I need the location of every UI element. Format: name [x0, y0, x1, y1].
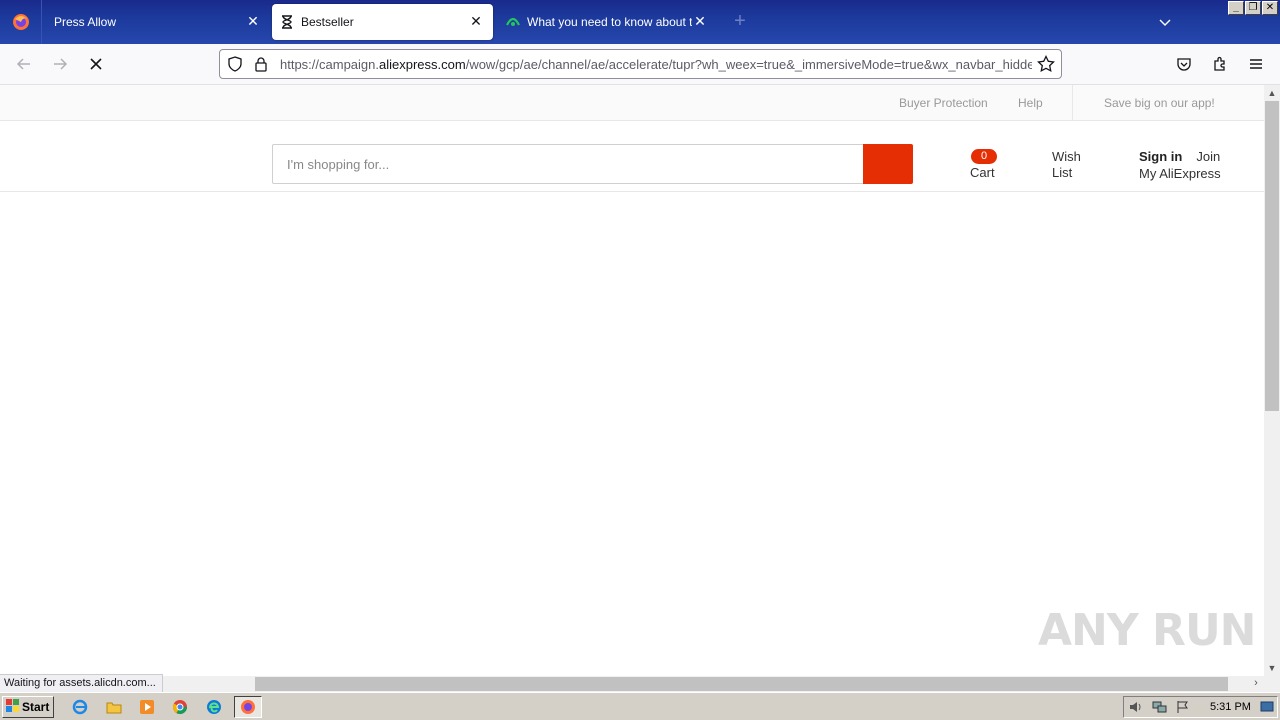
url-prefix: https://campaign. [280, 57, 379, 72]
new-tab-icon[interactable]: + [730, 11, 750, 32]
buyer-protection-link[interactable]: Buyer Protection [899, 96, 988, 110]
show-desktop-icon[interactable] [1260, 701, 1274, 716]
url-bar[interactable]: https://campaign.aliexpress.com/wow/gcp/… [219, 49, 1062, 79]
hourglass-icon [281, 15, 295, 29]
tab-press-allow[interactable]: Press Allow ✕ [42, 0, 270, 44]
tab-what-you-need[interactable]: What you need to know about the ✕ [495, 0, 717, 44]
flag-icon[interactable] [1176, 700, 1190, 717]
navigation-toolbar: https://campaign.aliexpress.com/wow/gcp/… [0, 44, 1280, 85]
shield-icon[interactable] [227, 56, 243, 75]
status-text: Waiting for assets.alicdn.com... [0, 674, 163, 692]
sign-in-link[interactable]: Sign in [1139, 149, 1182, 164]
app-promo-link[interactable]: Save big on our app! [1104, 96, 1215, 110]
internet-explorer-icon[interactable] [70, 698, 90, 716]
tab-bestseller[interactable]: Bestseller ✕ [272, 4, 493, 40]
close-tab-icon[interactable]: ✕ [469, 13, 483, 29]
network-icon[interactable] [1152, 700, 1168, 717]
cart-label: Cart [970, 165, 995, 180]
site-header: 0 Cart Wish List Sign in Join My AliExpre… [0, 121, 1264, 192]
file-explorer-icon[interactable] [104, 698, 124, 716]
firefox-taskbar-icon[interactable] [234, 696, 262, 718]
forward-arrow-icon[interactable] [50, 54, 70, 74]
search-input[interactable] [273, 145, 864, 183]
site-topbar: Buyer Protection Help Save big on our ap… [0, 85, 1264, 121]
site-favicon-icon [505, 15, 521, 29]
tab-title: Bestseller [301, 15, 354, 29]
hamburger-menu-icon[interactable] [1246, 54, 1266, 74]
wishlist-label-line2: List [1052, 165, 1073, 180]
firefox-menu-icon[interactable] [0, 0, 42, 44]
close-window-icon[interactable]: ✕ [1262, 1, 1278, 15]
url-text[interactable]: https://campaign.aliexpress.com/wow/gcp/… [280, 57, 1032, 72]
divider [1072, 85, 1073, 121]
stop-loading-icon[interactable] [86, 54, 106, 74]
close-tab-icon[interactable]: ✕ [693, 13, 707, 29]
scroll-down-icon[interactable]: ▼ [1264, 660, 1280, 676]
account-menu: Sign in Join My AliExpress [1139, 148, 1221, 182]
window-controls: _ ❐ ✕ [1228, 1, 1278, 15]
edge-icon[interactable] [204, 698, 224, 716]
url-path: /wow/gcp/ae/channel/ae/accelerate/tupr?w… [465, 57, 1032, 72]
my-aliexpress-link[interactable]: My AliExpress [1139, 165, 1221, 182]
web-page: Buyer Protection Help Save big on our ap… [0, 85, 1264, 676]
scroll-right-icon[interactable]: › [1248, 676, 1264, 692]
scroll-up-icon[interactable]: ▲ [1264, 85, 1280, 101]
taskbar: Start 5:31 PM [0, 692, 1280, 720]
back-arrow-icon[interactable] [14, 54, 34, 74]
volume-icon[interactable] [1128, 700, 1144, 717]
tab-title: What you need to know about the [527, 15, 692, 29]
search-button[interactable] [863, 144, 913, 184]
extensions-icon[interactable] [1210, 54, 1230, 74]
system-tray: 5:31 PM [1123, 696, 1278, 718]
windows-logo-icon [6, 698, 20, 716]
join-link[interactable]: Join [1196, 149, 1220, 164]
watermark-text: ANY RUN [1038, 605, 1256, 656]
bookmark-star-icon[interactable] [1037, 54, 1055, 76]
close-tab-icon[interactable]: ✕ [246, 13, 260, 29]
chevron-down-icon[interactable] [1157, 14, 1175, 30]
clock[interactable]: 5:31 PM [1210, 701, 1251, 713]
scrollbar-thumb[interactable] [1265, 101, 1279, 411]
chrome-icon[interactable] [170, 698, 190, 716]
cart-link[interactable]: 0 Cart [970, 149, 997, 180]
scrollbar-corner [1264, 676, 1280, 692]
horizontal-scrollbar[interactable]: › [0, 676, 1264, 692]
start-label: Start [22, 700, 50, 714]
restore-icon[interactable]: ❐ [1245, 1, 1261, 15]
url-domain: aliexpress.com [379, 57, 466, 72]
vertical-scrollbar[interactable]: ▲ ▼ [1264, 85, 1280, 676]
help-link[interactable]: Help [1018, 96, 1043, 110]
wishlist-label-line1: Wish [1052, 149, 1081, 164]
minimize-icon[interactable]: _ [1228, 1, 1244, 15]
tab-title: Press Allow [54, 15, 117, 29]
lock-icon[interactable] [254, 56, 268, 75]
cart-count-badge: 0 [971, 149, 997, 164]
start-button[interactable]: Start [2, 696, 54, 718]
pocket-icon[interactable] [1174, 54, 1194, 74]
wishlist-link[interactable]: Wish List [1052, 149, 1092, 181]
scrollbar-thumb[interactable] [255, 677, 1228, 691]
tab-strip: Press Allow ✕ Bestseller ✕ What you need… [0, 0, 1280, 44]
media-player-icon[interactable] [137, 698, 157, 716]
search-box [272, 144, 864, 184]
